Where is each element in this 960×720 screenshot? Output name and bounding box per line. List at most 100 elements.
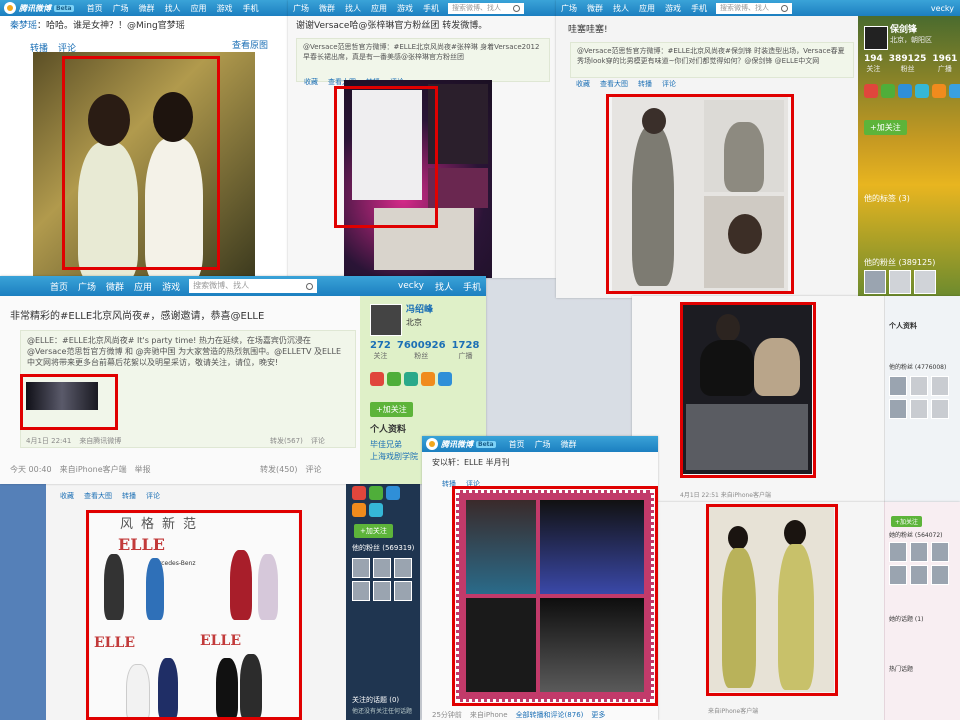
nav-home[interactable]: 首页 (504, 439, 530, 450)
nav-weibo[interactable]: 微群 (101, 280, 129, 293)
nav-weibo[interactable]: 微群 (582, 3, 608, 14)
author-name[interactable]: 秦梦瑶 (10, 21, 37, 31)
nav-plaza[interactable]: 广场 (530, 439, 556, 450)
nav-plaza[interactable]: 广场 (73, 280, 101, 293)
comment-link[interactable]: 评论 (306, 464, 322, 475)
nav-people[interactable]: 找人 (608, 3, 634, 14)
profile-name[interactable]: 保剑锋 (890, 24, 917, 36)
fan-avatar[interactable] (910, 542, 928, 562)
nav-plaza[interactable]: 广场 (108, 3, 134, 14)
fan-avatar[interactable] (931, 542, 949, 562)
nav-apps[interactable]: 应用 (129, 280, 157, 293)
comment-button[interactable]: 评论 (662, 79, 676, 89)
profile-name[interactable]: 冯绍峰 (406, 304, 433, 316)
fan-avatar[interactable] (910, 399, 928, 419)
search-icon[interactable] (306, 282, 314, 290)
all-comments-link[interactable]: 全部转播和评论(876) (516, 710, 584, 720)
avatar[interactable] (370, 304, 402, 336)
fan-avatar[interactable] (889, 399, 907, 419)
stat-fans[interactable]: 389125 粉丝 (889, 54, 927, 74)
app-icon-orange[interactable] (421, 372, 435, 386)
nav-games[interactable]: 游戏 (392, 3, 418, 14)
stat-following[interactable]: 194 关注 (864, 54, 883, 74)
nav-apps[interactable]: 应用 (186, 3, 212, 14)
search-input[interactable]: 搜索微博、找人 (189, 279, 318, 293)
fan-avatar[interactable] (352, 558, 370, 578)
search-input[interactable]: 搜索微博、找人 (448, 2, 524, 14)
nav-weibo[interactable]: 微群 (556, 439, 582, 450)
nav-home[interactable]: 首页 (0, 280, 73, 293)
repost-count-link[interactable]: 转发(567) (270, 436, 303, 446)
follow-button[interactable]: +加关注 (864, 120, 907, 135)
search-icon[interactable] (513, 4, 520, 12)
fan-avatar[interactable] (394, 558, 412, 578)
view-large-button[interactable]: 查看大图 (84, 491, 112, 501)
repost-button[interactable]: 转播 (638, 79, 652, 89)
collect-button[interactable]: 收藏 (304, 77, 318, 87)
nav-plaza[interactable]: 广场 (556, 3, 582, 14)
fan-avatar[interactable] (931, 376, 949, 396)
nav-phone[interactable]: 手机 (458, 280, 486, 293)
nav-weibo[interactable]: 微群 (314, 3, 340, 14)
repost-button[interactable]: 转播 (122, 491, 136, 501)
brand[interactable]: 腾讯微博 Beta (0, 2, 82, 14)
nav-phone[interactable]: 手机 (418, 3, 444, 14)
nav-people[interactable]: 找人 (340, 3, 366, 14)
current-user[interactable]: vecky (925, 4, 960, 13)
fan-avatar[interactable] (373, 581, 391, 601)
app-icon-cyan[interactable] (369, 503, 383, 517)
app-icon-red[interactable] (370, 372, 384, 386)
fan-avatar[interactable] (914, 270, 936, 294)
nav-apps[interactable]: 应用 (366, 3, 392, 14)
fan-avatar[interactable] (931, 399, 949, 419)
fan-avatar[interactable] (394, 581, 412, 601)
fan-avatar[interactable] (864, 270, 886, 294)
fan-avatar[interactable] (910, 565, 928, 585)
follow-button[interactable]: +加关注 (370, 402, 413, 417)
app-icon-red[interactable] (352, 486, 366, 500)
app-icon-green[interactable] (387, 372, 401, 386)
info-line-2[interactable]: 上海戏剧学院 (370, 452, 418, 463)
app-icon-blue[interactable] (898, 84, 912, 98)
nav-apps[interactable]: 应用 (634, 3, 660, 14)
avatar[interactable] (864, 26, 888, 50)
stat-fans[interactable]: 7600926 粉丝 (397, 340, 446, 361)
fan-avatar[interactable] (889, 565, 907, 585)
fan-avatar[interactable] (889, 376, 907, 396)
repost-comment-link[interactable]: 评论 (311, 436, 325, 446)
app-icon-cyan[interactable] (915, 84, 929, 98)
stat-posts[interactable]: 1961 广播 (932, 54, 957, 74)
app-icon-green[interactable] (369, 486, 383, 500)
nav-phone[interactable]: 手机 (686, 3, 712, 14)
app-icon-teal[interactable] (404, 372, 418, 386)
nav-weibo[interactable]: 微群 (134, 3, 160, 14)
app-icon-blue[interactable] (438, 372, 452, 386)
report-link[interactable]: 举报 (135, 464, 151, 475)
app-icon-green[interactable] (881, 84, 895, 98)
collect-button[interactable]: 收藏 (576, 79, 590, 89)
search-input[interactable]: 搜索微博、找人 (716, 2, 792, 14)
app-icon-red[interactable] (864, 84, 878, 98)
view-original-link[interactable]: 查看原图 (232, 40, 268, 52)
follow-button[interactable]: +加关注 (891, 516, 923, 527)
repost-count-link[interactable]: 转发(450) (260, 464, 298, 475)
nav-people[interactable]: 找人 (160, 3, 186, 14)
more-link[interactable]: 更多 (591, 710, 605, 720)
comment-button[interactable]: 评论 (146, 491, 160, 501)
nav-people[interactable]: 找人 (430, 280, 458, 293)
app-icon-orange[interactable] (932, 84, 946, 98)
nav-plaza[interactable]: 广场 (288, 3, 314, 14)
fan-avatar[interactable] (910, 376, 928, 396)
nav-phone[interactable]: 手机 (238, 3, 264, 14)
stat-posts[interactable]: 1728 广播 (452, 340, 480, 361)
follow-button[interactable]: +加关注 (354, 524, 393, 538)
fan-avatar[interactable] (889, 542, 907, 562)
current-user[interactable]: vecky (392, 281, 430, 291)
app-icon-sky[interactable] (949, 84, 960, 98)
nav-home[interactable]: 首页 (82, 3, 108, 14)
app-icon-orange[interactable] (352, 503, 366, 517)
collect-button[interactable]: 收藏 (60, 491, 74, 501)
app-icon-blue[interactable] (386, 486, 400, 500)
fan-avatar[interactable] (352, 581, 370, 601)
info-line-1[interactable]: 毕佳兄弟 (370, 440, 402, 451)
